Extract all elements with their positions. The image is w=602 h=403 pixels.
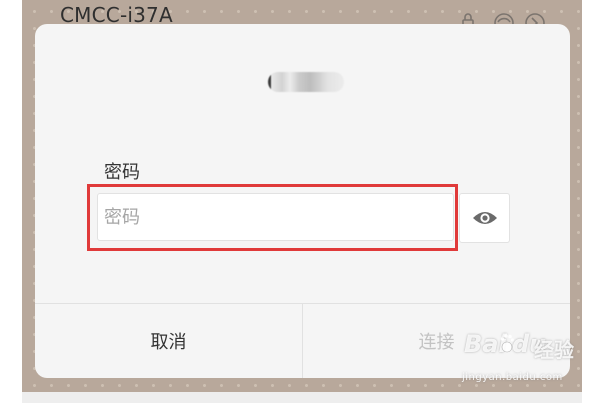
password-label: 密码 [104,162,140,183]
cancel-button[interactable]: 取消 [35,304,302,378]
password-input[interactable] [97,193,454,241]
show-password-button[interactable] [459,193,510,243]
network-name-blurred [268,72,344,92]
eye-icon [472,209,498,227]
connect-button[interactable]: 连接 [303,304,570,378]
background-bottom-strip [22,392,582,403]
